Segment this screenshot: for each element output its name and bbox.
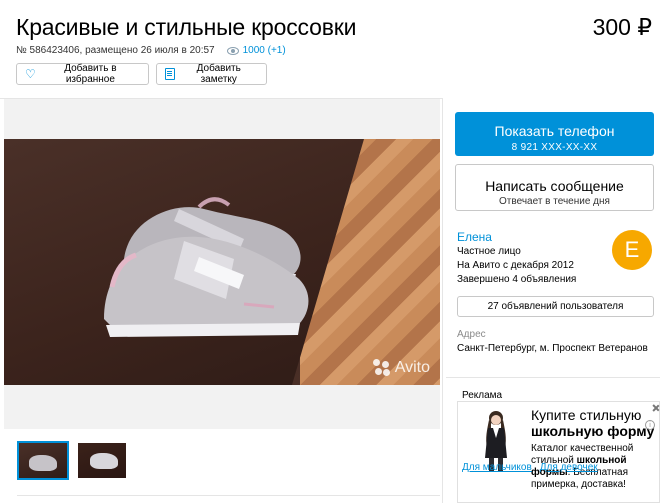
- eye-icon: [226, 46, 239, 55]
- add-to-favorites-label: Добавить в избранное: [64, 63, 117, 85]
- views-counter: 1000 (+1): [226, 45, 286, 56]
- response-time: Отвечает в течение дня: [499, 195, 610, 207]
- show-phone-button[interactable]: Показать телефон 8 921 XXX-XX-XX: [455, 112, 654, 156]
- listing-meta: № 586423406, размещено 26 июля в 20:57 1…: [16, 45, 286, 56]
- ad-headline[interactable]: Купите стильную школьную форму: [531, 407, 656, 439]
- address-value: Санкт-Петербург, м. Проспект Ветеранов: [457, 343, 648, 354]
- seller-type: Частное лицо: [457, 246, 521, 257]
- ad-link-girls[interactable]: Для девочек: [540, 462, 598, 473]
- heart-icon: ♡: [25, 67, 36, 81]
- sneakers-illustration: [104, 197, 309, 337]
- listing-meta-text: № 586423406, размещено 26 июля в 20:57: [16, 45, 215, 56]
- listing-price: 300 ₽: [592, 14, 652, 40]
- ad-link-boys[interactable]: Для мальчиков: [462, 462, 532, 473]
- avito-logo-icon: [372, 359, 391, 377]
- photo-gallery[interactable]: Avito: [4, 99, 440, 429]
- seller-name-link[interactable]: Елена: [457, 230, 492, 244]
- photo-thumbnail-2[interactable]: [76, 441, 128, 480]
- ad-divider: [446, 377, 660, 378]
- write-message-button[interactable]: Написать сообщение Отвечает в течение дн…: [455, 164, 654, 211]
- ad-close-icon[interactable]: [652, 404, 660, 412]
- seller-avatar[interactable]: E: [612, 230, 652, 270]
- masked-phone: 8 921 XXX-XX-XX: [511, 141, 598, 153]
- add-to-favorites-button[interactable]: ♡ Добавить в избранное: [16, 63, 149, 85]
- views-count: 1000 (+1): [242, 45, 286, 56]
- ad-label: Реклама: [462, 390, 503, 401]
- note-icon: [165, 68, 175, 80]
- seller-since: На Авито с декабря 2012: [457, 260, 574, 271]
- photo-thumbnail-1[interactable]: [17, 441, 69, 480]
- seller-completed: Завершено 4 объявления: [457, 274, 577, 285]
- seller-ads-button[interactable]: 27 объявлений пользователя: [457, 296, 654, 317]
- listing-title: Красивые и стильные кроссовки: [16, 14, 357, 40]
- ad-info-icon[interactable]: i: [645, 420, 655, 430]
- write-message-label: Написать сообщение: [485, 177, 624, 194]
- ad-links: Для мальчиков Для девочек: [462, 462, 598, 473]
- avito-watermark: Avito: [372, 359, 430, 377]
- show-phone-label: Показать телефон: [494, 122, 615, 139]
- address-label: Адрес: [457, 329, 486, 340]
- main-photo[interactable]: Avito: [4, 139, 440, 385]
- add-note-button[interactable]: Добавить заметку: [156, 63, 267, 85]
- watermark-text: Avito: [394, 359, 430, 376]
- gallery-bottom-divider: [17, 495, 440, 496]
- add-note-label: Добавить заметку: [196, 63, 241, 85]
